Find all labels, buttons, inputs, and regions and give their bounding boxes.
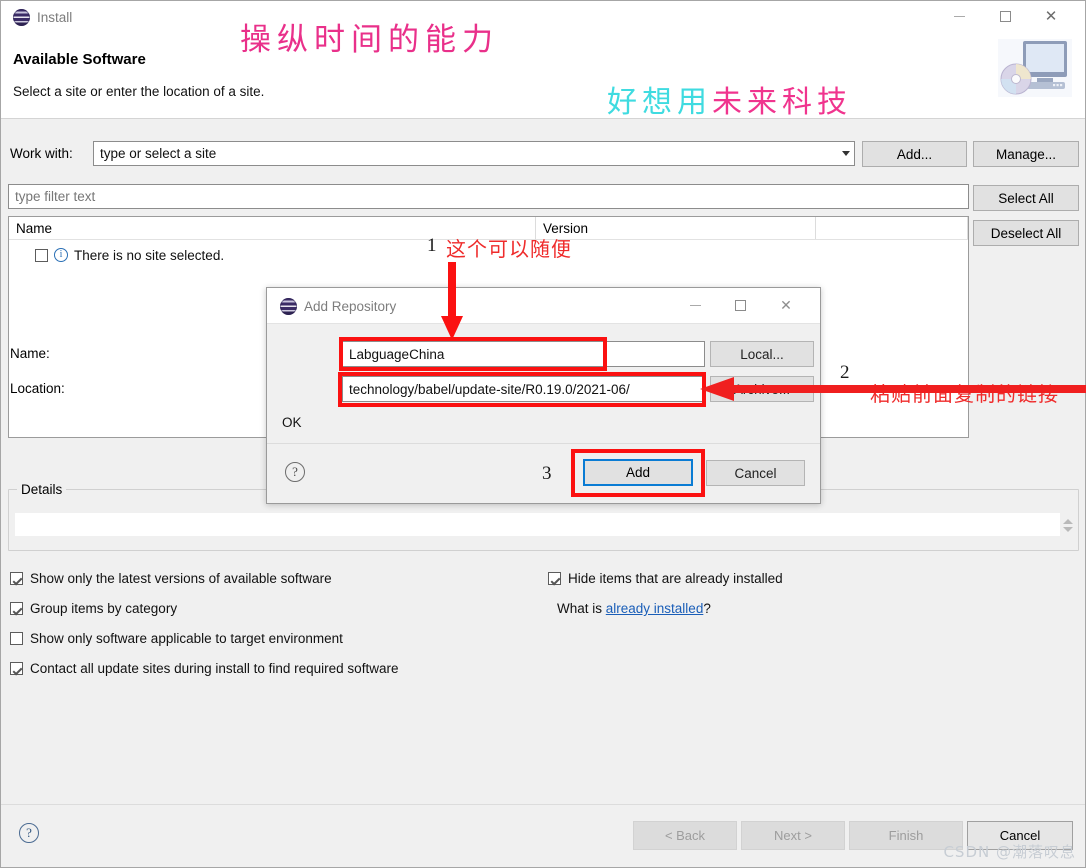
option-target-environment-only[interactable]: Show only software applicable to target … [10, 631, 343, 646]
option-checkbox[interactable] [10, 602, 23, 615]
option-label: Group items by category [30, 601, 178, 616]
column-header-version[interactable]: Version [536, 217, 816, 239]
tree-header-row: Name Version [9, 217, 968, 240]
option-checkbox[interactable] [548, 572, 561, 585]
add-site-button[interactable]: Add... [862, 141, 967, 167]
next-button[interactable]: Next > [741, 821, 845, 850]
repo-status-text: OK [282, 415, 302, 430]
csdn-watermark: CSDN @潮落叹息 [943, 843, 1076, 861]
already-installed-help: What is already installed? [557, 601, 711, 616]
already-installed-suffix: ? [703, 601, 711, 616]
repo-add-button[interactable]: Add [583, 459, 693, 486]
already-installed-prefix: What is [557, 601, 606, 616]
row-checkbox[interactable] [35, 248, 48, 262]
window-title-group: Install [13, 9, 72, 26]
repo-location-label: Location: [10, 381, 65, 396]
spinner-up-icon[interactable] [1063, 518, 1073, 524]
table-row[interactable]: i There is no site selected. [9, 244, 968, 266]
repo-cancel-button[interactable]: Cancel [706, 460, 805, 486]
option-label: Show only the latest versions of availab… [30, 571, 332, 586]
spinner-down-icon[interactable] [1063, 526, 1073, 532]
repo-name-input[interactable]: LabguageChina [342, 341, 705, 367]
repo-name-label: Name: [10, 346, 50, 361]
minimize-icon[interactable] [673, 288, 717, 322]
work-with-combo[interactable]: type or select a site [93, 141, 855, 166]
repo-location-input[interactable]: technology/babel/update-site/R0.19.0/202… [342, 376, 705, 402]
dialog-title-group: Add Repository [280, 298, 396, 315]
details-legend: Details [17, 482, 67, 497]
chevron-down-glyph [841, 151, 850, 156]
window-titlebar: Install ✕ Available Software Select a si… [1, 1, 1085, 119]
repo-name-value: LabguageChina [349, 346, 445, 362]
filter-placeholder: type filter text [15, 189, 96, 204]
option-label: Hide items that are already installed [568, 571, 783, 586]
option-group-by-category[interactable]: Group items by category [10, 601, 177, 616]
maximize-glyph [999, 10, 1011, 22]
page-title: Available Software [13, 51, 146, 68]
chevron-down-icon[interactable] [837, 142, 854, 165]
local-button[interactable]: Local... [710, 341, 814, 367]
window-title-label: Install [37, 10, 73, 25]
dialog-titlebar: Add Repository ✕ [267, 288, 820, 324]
maximize-icon[interactable] [718, 288, 762, 322]
minimize-glyph [953, 15, 965, 17]
details-spinner[interactable] [1061, 512, 1075, 538]
work-with-value: type or select a site [100, 146, 217, 161]
already-installed-link[interactable]: already installed [606, 601, 704, 616]
option-contact-all-update-sites[interactable]: Contact all update sites during install … [10, 661, 398, 676]
close-icon[interactable]: ✕ [1028, 1, 1074, 31]
install-cd-monitor-icon [998, 39, 1072, 97]
option-hide-already-installed[interactable]: Hide items that are already installed [548, 571, 783, 586]
minimize-glyph [689, 304, 701, 306]
back-button[interactable]: < Back [633, 821, 737, 850]
dialog-help-button[interactable]: ? [285, 462, 305, 482]
dialog-footer-divider [267, 443, 820, 444]
filter-input[interactable]: type filter text [8, 184, 969, 209]
work-with-label: Work with: [10, 146, 73, 161]
repo-location-value: technology/babel/update-site/R0.19.0/202… [349, 381, 630, 397]
footer-divider [1, 804, 1085, 805]
eclipse-logo-icon [280, 298, 297, 315]
option-checkbox[interactable] [10, 632, 23, 645]
maximize-glyph [734, 299, 746, 311]
maximize-icon[interactable] [982, 1, 1028, 31]
manage-button[interactable]: Manage... [973, 141, 1079, 167]
option-checkbox[interactable] [10, 662, 23, 675]
info-icon: i [54, 248, 68, 262]
option-label: Contact all update sites during install … [30, 661, 399, 676]
option-label: Show only software applicable to target … [30, 631, 343, 646]
minimize-icon[interactable] [936, 1, 982, 31]
help-button[interactable]: ? [19, 823, 39, 843]
row-name: There is no site selected. [74, 247, 225, 263]
eclipse-logo-icon [13, 9, 30, 26]
details-text [15, 513, 1060, 536]
select-all-button[interactable]: Select All [973, 185, 1079, 211]
tree-body: i There is no site selected. [9, 240, 968, 266]
close-icon[interactable]: ✕ [764, 288, 808, 322]
column-header-name[interactable]: Name [9, 217, 536, 239]
page-subtitle: Select a site or enter the location of a… [13, 84, 265, 99]
deselect-all-button[interactable]: Deselect All [973, 220, 1079, 246]
column-header-blank [816, 217, 968, 239]
annotation-arrow-down-icon [441, 262, 463, 340]
option-show-latest-versions[interactable]: Show only the latest versions of availab… [10, 571, 332, 586]
annotation-arrow-left-icon [700, 377, 1086, 401]
dialog-title-label: Add Repository [304, 299, 397, 314]
option-checkbox[interactable] [10, 572, 23, 585]
